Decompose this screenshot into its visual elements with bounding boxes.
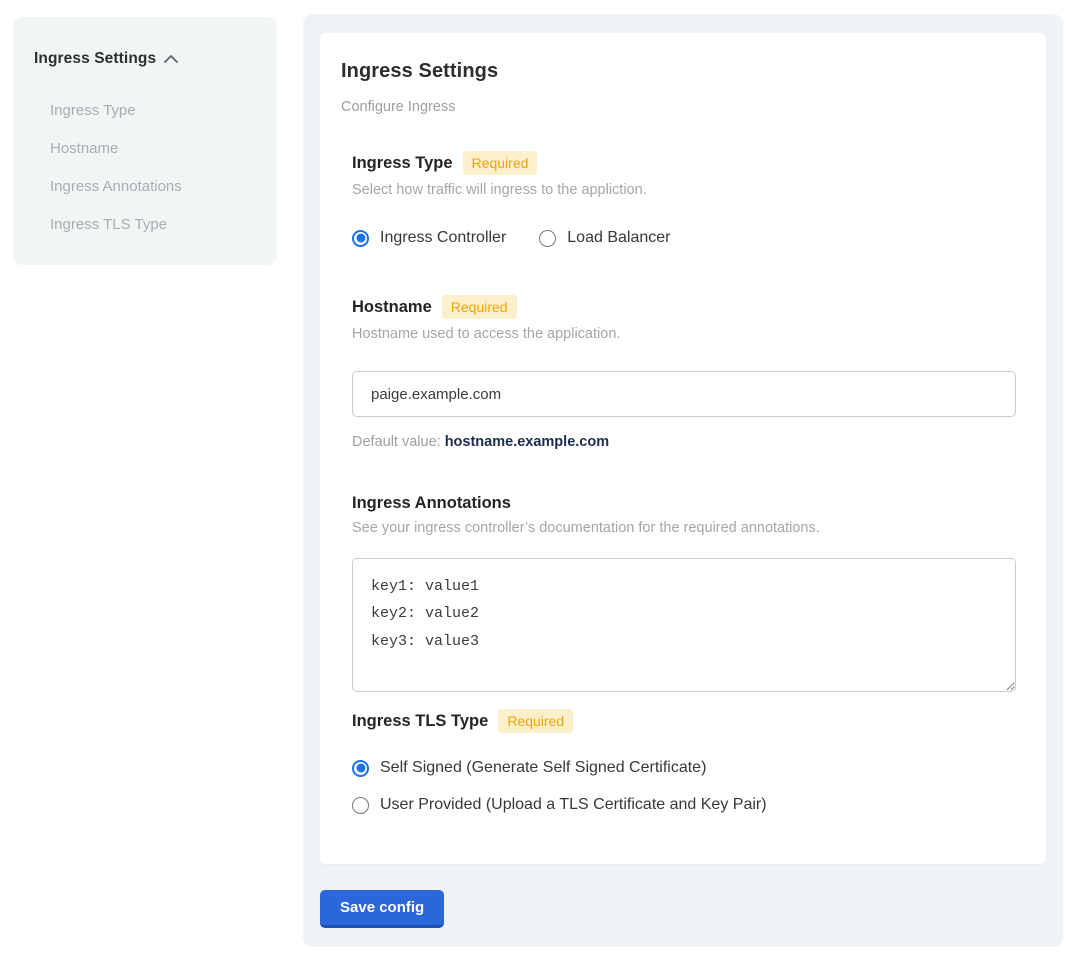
section-ingress-annotations: Ingress Annotations See your ingress con… <box>352 494 1016 692</box>
ingress-type-radio-group: Ingress Controller Load Balancer <box>352 229 1016 247</box>
required-badge: Required <box>463 151 538 175</box>
radio-circle-icon[interactable] <box>539 230 556 247</box>
ingress-annotations-textarea[interactable]: key1: value1 key2: value2 key3: value3 <box>352 558 1016 692</box>
hostname-description: Hostname used to access the application. <box>352 326 1016 342</box>
settings-sidebar: Ingress Settings Ingress Type Hostname I… <box>13 17 277 265</box>
sidebar-item-ingress-annotations[interactable]: Ingress Annotations <box>34 168 257 205</box>
section-hostname: Hostname Required Hostname used to acces… <box>352 295 1016 450</box>
radio-ingress-controller[interactable]: Ingress Controller <box>352 229 506 247</box>
required-badge: Required <box>498 709 573 733</box>
sidebar-item-ingress-type[interactable]: Ingress Type <box>34 92 257 129</box>
sidebar-section-label: Ingress Settings <box>34 50 156 68</box>
ingress-tls-type-label: Ingress TLS Type <box>352 712 488 731</box>
sidebar-items: Ingress Type Hostname Ingress Annotation… <box>34 92 257 243</box>
radio-label: Load Balancer <box>567 229 670 247</box>
default-value-text: hostname.example.com <box>445 434 609 450</box>
ingress-settings-panel: Ingress Settings Configure Ingress Ingre… <box>303 14 1063 947</box>
hostname-input[interactable] <box>352 371 1016 417</box>
page-title: Ingress Settings <box>341 60 1016 83</box>
radio-label: Self Signed (Generate Self Signed Certif… <box>380 759 706 777</box>
radio-circle-icon[interactable] <box>352 230 369 247</box>
sidebar-section-ingress-settings[interactable]: Ingress Settings <box>34 50 257 68</box>
page-subtitle: Configure Ingress <box>341 99 1016 115</box>
ingress-annotations-label: Ingress Annotations <box>352 494 511 513</box>
sidebar-item-hostname[interactable]: Hostname <box>34 130 257 167</box>
radio-circle-icon[interactable] <box>352 797 369 814</box>
radio-label: User Provided (Upload a TLS Certificate … <box>380 796 767 814</box>
ingress-type-description: Select how traffic will ingress to the a… <box>352 182 1016 198</box>
hostname-label: Hostname <box>352 298 432 317</box>
form-sections: Ingress Type Required Select how traffic… <box>352 151 1016 814</box>
ingress-type-label: Ingress Type <box>352 154 453 173</box>
chevron-up-icon <box>164 55 178 63</box>
tls-type-radio-group: Self Signed (Generate Self Signed Certif… <box>352 759 1016 814</box>
default-value-label: Default value: <box>352 434 441 450</box>
sidebar-item-ingress-tls-type[interactable]: Ingress TLS Type <box>34 206 257 243</box>
radio-load-balancer[interactable]: Load Balancer <box>539 229 670 247</box>
ingress-settings-card: Ingress Settings Configure Ingress Ingre… <box>320 33 1046 864</box>
hostname-default-value: Default value: hostname.example.com <box>352 434 1016 450</box>
radio-circle-icon[interactable] <box>352 760 369 777</box>
save-config-button[interactable]: Save config <box>320 890 444 928</box>
radio-self-signed[interactable]: Self Signed (Generate Self Signed Certif… <box>352 759 1016 777</box>
section-ingress-type: Ingress Type Required Select how traffic… <box>352 151 1016 247</box>
required-badge: Required <box>442 295 517 319</box>
ingress-annotations-description: See your ingress controller’s documentat… <box>352 520 1016 536</box>
section-ingress-tls-type: Ingress TLS Type Required Self Signed (G… <box>352 709 1016 814</box>
radio-label: Ingress Controller <box>380 229 506 247</box>
radio-user-provided[interactable]: User Provided (Upload a TLS Certificate … <box>352 796 1016 814</box>
